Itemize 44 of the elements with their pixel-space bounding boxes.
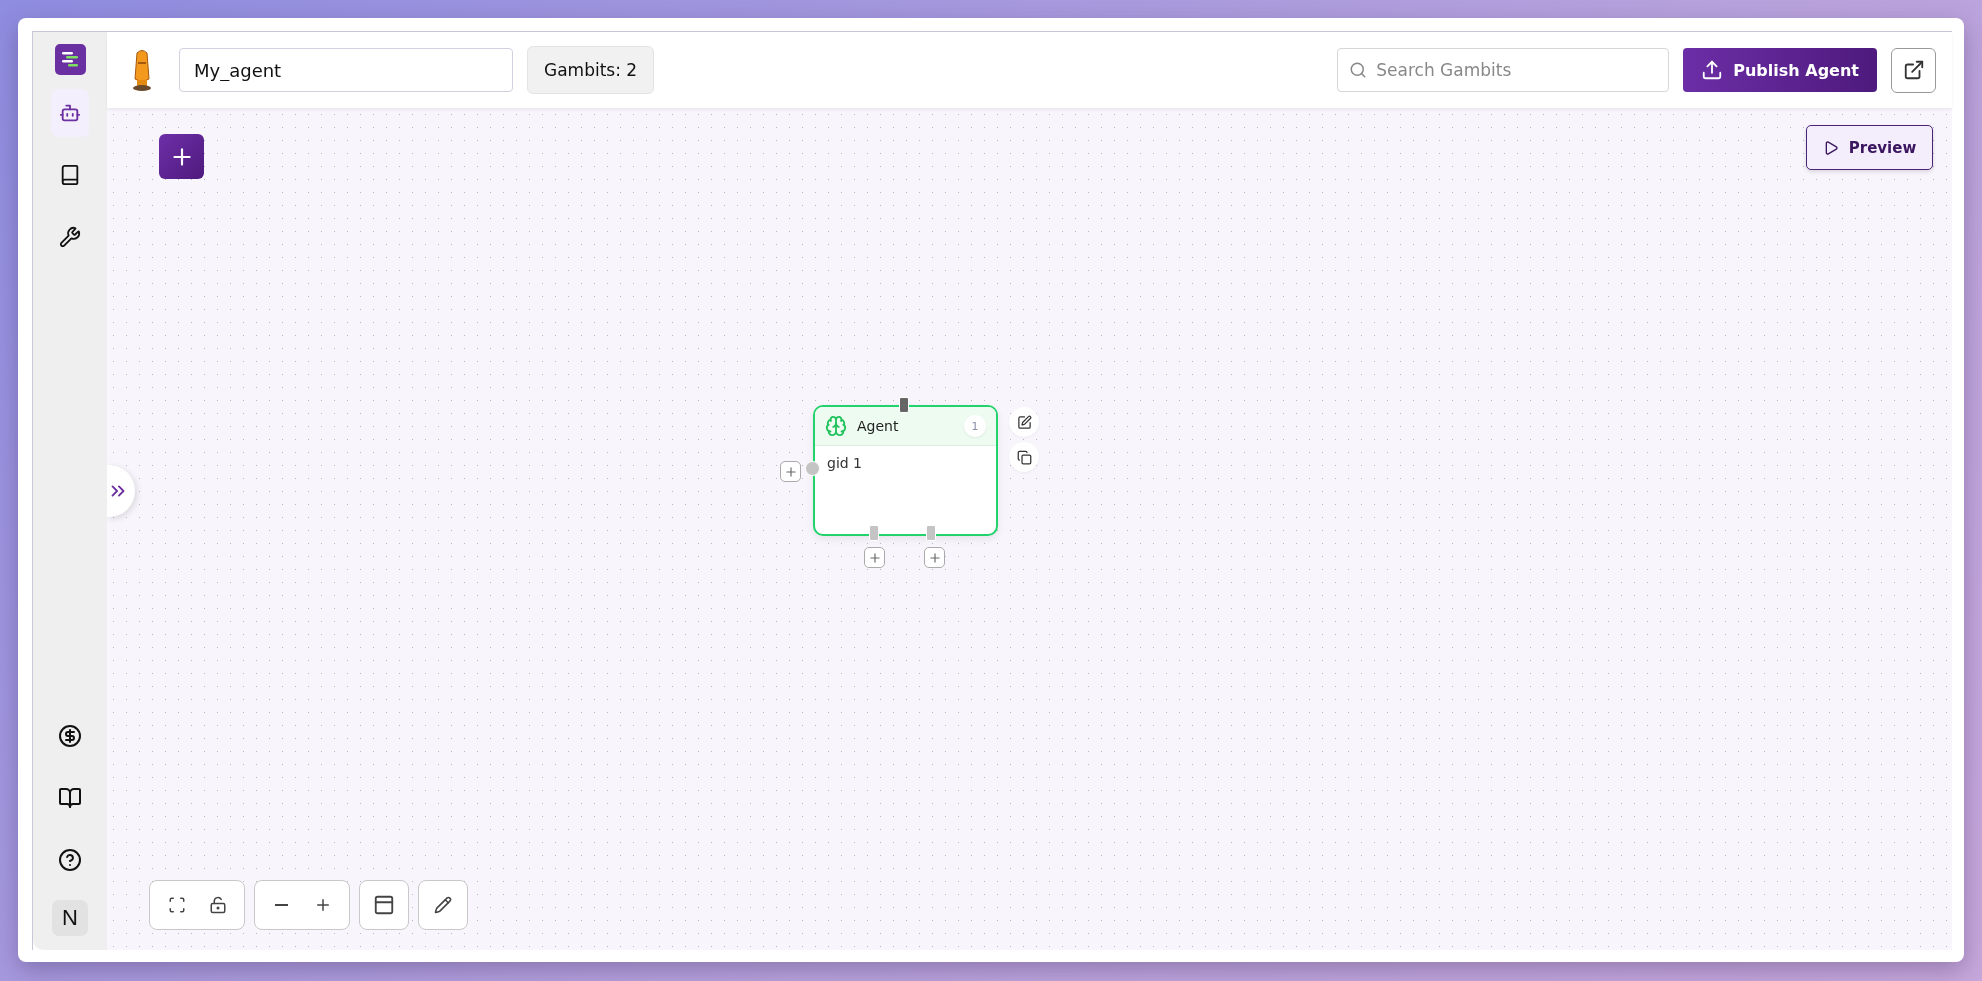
open-book-icon [58, 786, 82, 810]
robot-icon [59, 102, 81, 124]
help-icon [58, 848, 82, 872]
node-count: 1 [964, 415, 986, 437]
plus-icon [867, 550, 882, 565]
add-node-button[interactable] [864, 547, 885, 568]
edit-button[interactable] [1009, 407, 1039, 437]
add-button[interactable] [159, 134, 204, 179]
panel-icon [373, 894, 395, 916]
node-title: Agent [857, 418, 900, 434]
external-link-button[interactable] [1891, 47, 1936, 93]
node-text: gid 1 [827, 455, 863, 471]
fit-view-icon [167, 896, 186, 914]
wrench-icon [59, 226, 81, 248]
search-field[interactable]: Search Gambits [1337, 48, 1670, 92]
pencil-icon [434, 896, 452, 914]
agent-name-field[interactable]: My_agent [179, 48, 513, 92]
edit-icon [1016, 414, 1032, 430]
add-node-button[interactable] [780, 461, 801, 482]
dollar-icon [58, 724, 82, 748]
add-node-button[interactable] [924, 547, 945, 568]
agent-node[interactable]: Agent 1 gid 1 [813, 405, 998, 536]
gambits-count: Gambits: 2 [527, 46, 655, 94]
node-handle[interactable] [926, 525, 936, 541]
app-logo[interactable] [54, 44, 86, 75]
node-handle[interactable] [869, 525, 879, 541]
plus-icon [783, 464, 798, 479]
unlock-icon [208, 896, 227, 914]
brain-icon [825, 415, 847, 437]
layout-button[interactable] [359, 880, 409, 930]
publish-button[interactable]: Publish Agent [1683, 48, 1877, 92]
expand-button[interactable] [107, 465, 135, 517]
copy-button[interactable] [1009, 442, 1039, 472]
copy-icon [1016, 449, 1032, 465]
sidebar-item[interactable] [51, 89, 89, 137]
preview-button[interactable]: Preview [1806, 125, 1933, 170]
draw-button[interactable] [418, 880, 468, 930]
upload-icon [1701, 59, 1724, 81]
book-icon [59, 164, 81, 186]
external-link-icon [1902, 59, 1925, 81]
minus-icon [275, 904, 288, 906]
user-avatar[interactable]: N [52, 900, 88, 936]
plus-icon [927, 550, 942, 565]
node-handle[interactable] [899, 397, 909, 413]
